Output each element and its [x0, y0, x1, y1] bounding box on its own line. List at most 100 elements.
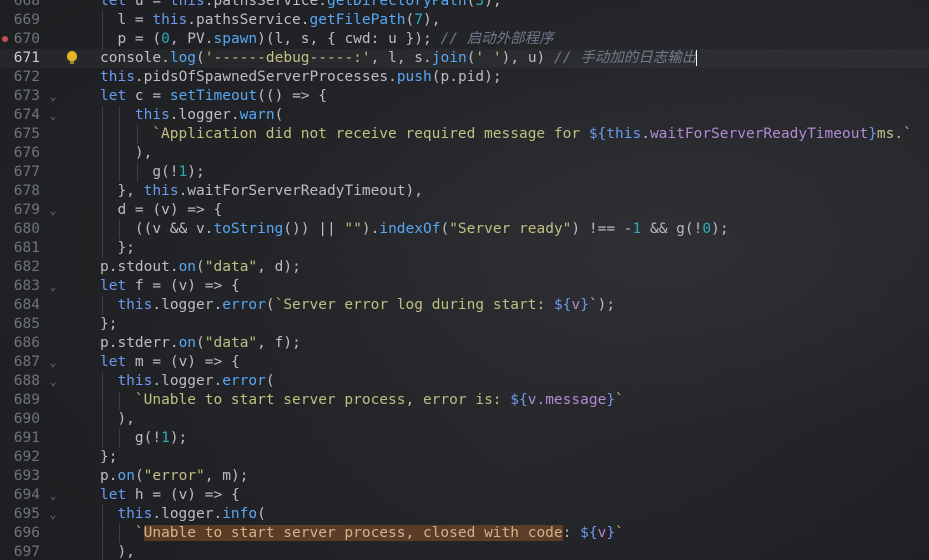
code-token: .pathsService. — [187, 12, 310, 28]
code-token: : — [562, 525, 581, 541]
fold-chevron-icon[interactable]: ⌄ — [47, 353, 59, 372]
code-text[interactable]: this.logger.info( — [117, 505, 265, 524]
code-text[interactable]: p.stderr.on("data", f); — [100, 334, 301, 353]
code-text[interactable]: this.logger.error(`Server error log duri… — [117, 296, 615, 315]
fold-chevron-icon[interactable]: ⌄ — [47, 277, 59, 296]
code-line[interactable]: 674 ⌄ this.logger.warn( — [0, 106, 929, 125]
code-line[interactable]: 676), — [0, 144, 929, 163]
code-token: , d); — [257, 259, 301, 275]
code-line[interactable]: 669 l = this.pathsService.getFilePath(7), — [0, 11, 929, 30]
code-text[interactable]: p = (0, PV.spawn)(l, s, { cwd: u }); // … — [117, 30, 553, 49]
code-text[interactable]: console.log('------debug-----:', l, s.jo… — [100, 49, 698, 68]
code-editor[interactable]: 668 let u = this.pathsService.getDirector… — [0, 0, 929, 560]
code-line[interactable]: 684 this.logger.error(`Server error log d… — [0, 296, 929, 315]
code-token: console. — [100, 50, 170, 66]
indent-guide — [102, 372, 103, 391]
code-text[interactable]: this.logger.warn( — [135, 106, 283, 125]
code-line[interactable]: 680 ((v && v.toString()) || "").indexOf("… — [0, 220, 929, 239]
code-text[interactable]: let h = (v) => { — [100, 486, 240, 505]
code-text[interactable]: p.stdout.on("data", d); — [100, 258, 301, 277]
code-text[interactable]: `Unable to start server process, closed … — [135, 524, 624, 543]
code-line[interactable]: 693 p.on("error", m); — [0, 467, 929, 486]
code-token: ) !== - — [571, 221, 633, 237]
code-text[interactable]: }; — [100, 315, 117, 334]
code-text[interactable]: p.on("error", m); — [100, 467, 248, 486]
code-line[interactable]: 691 g(!1); — [0, 429, 929, 448]
code-text[interactable]: g(!1); — [152, 163, 204, 182]
fold-chevron-icon[interactable]: ⌄ — [47, 486, 59, 505]
code-text[interactable]: this.logger.error( — [117, 372, 274, 391]
code-token: warn — [239, 107, 275, 123]
code-text[interactable]: `Application did not receive required me… — [152, 125, 912, 144]
line-number: 673 — [13, 88, 40, 104]
code-line[interactable]: 673 ⌄ let c = setTimeout(() => { — [0, 87, 929, 106]
code-line[interactable]: 690), — [0, 410, 929, 429]
indent-guide — [102, 410, 103, 429]
code-text[interactable]: ), — [117, 410, 134, 429]
code-line[interactable]: 678}, this.waitForServerReadyTimeout), — [0, 182, 929, 201]
code-token: spawn — [213, 31, 258, 47]
lightbulb-icon[interactable] — [67, 51, 77, 64]
code-text[interactable]: l = this.pathsService.getFilePath(7), — [117, 11, 440, 30]
breakpoint-dot-icon[interactable] — [2, 36, 8, 42]
code-line[interactable]: 695 ⌄ this.logger.info( — [0, 505, 929, 524]
code-text[interactable]: ), — [135, 144, 152, 163]
code-line[interactable]: 681}; — [0, 239, 929, 258]
code-token: ), u) — [501, 50, 555, 66]
code-line[interactable]: 692}; — [0, 448, 929, 467]
code-token: ); — [597, 297, 616, 313]
code-line[interactable]: 685}; — [0, 315, 929, 334]
code-token: ${ — [588, 126, 607, 142]
code-line[interactable]: 697), — [0, 543, 929, 560]
indent-guide — [102, 201, 103, 220]
code-token: waitForServerReadyTimeout — [649, 126, 869, 142]
code-text[interactable]: let c = setTimeout(() => { — [100, 87, 327, 106]
code-line[interactable]: 671 console.log('------debug-----:', l, s… — [0, 49, 929, 68]
code-text[interactable]: }; — [100, 448, 117, 467]
fold-chevron-icon[interactable]: ⌄ — [47, 201, 59, 220]
line-number: 686 — [13, 335, 40, 351]
code-token: ` — [615, 525, 624, 541]
code-line[interactable]: 687 ⌄ let m = (v) => { — [0, 353, 929, 372]
line-number: 690 — [13, 411, 40, 427]
code-line[interactable]: 670 p = (0, PV.spawn)(l, s, { cwd: u }); … — [0, 30, 929, 49]
code-line[interactable]: 675 `Application did not receive required… — [0, 125, 929, 144]
fold-chevron-icon[interactable]: ⌄ — [47, 372, 59, 391]
code-line[interactable]: 677 g(!1); — [0, 163, 929, 182]
fold-chevron-icon[interactable]: ⌄ — [47, 505, 59, 524]
code-token: 1 — [178, 164, 188, 180]
code-text[interactable]: d = (v) => { — [117, 201, 222, 220]
code-text[interactable]: let m = (v) => { — [100, 353, 240, 372]
code-line[interactable]: 672 this.pidsOfSpawnedServerProcesses.pus… — [0, 68, 929, 87]
code-token: v — [597, 525, 607, 541]
code-text[interactable]: g(!1); — [135, 429, 187, 448]
code-text[interactable]: ), — [117, 543, 134, 560]
code-line[interactable]: 683 ⌄ let f = (v) => { — [0, 277, 929, 296]
code-token: .logger. — [152, 297, 223, 313]
code-line[interactable]: 688 ⌄ this.logger.error( — [0, 372, 929, 391]
code-text[interactable]: }, this.waitForServerReadyTimeout), — [117, 182, 423, 201]
fold-chevron-icon[interactable]: ⌄ — [47, 87, 59, 106]
code-token: getFilePath — [309, 12, 406, 28]
code-line[interactable]: 686 p.stderr.on("data", f); — [0, 334, 929, 353]
code-line[interactable]: 694 ⌄ let h = (v) => { — [0, 486, 929, 505]
indent-guide — [102, 239, 103, 258]
code-token: ), — [117, 544, 135, 560]
code-line[interactable]: 679 ⌄ d = (v) => { — [0, 201, 929, 220]
code-text[interactable]: ((v && v.toString()) || "").indexOf("Ser… — [135, 220, 729, 239]
code-text[interactable]: }; — [117, 239, 134, 258]
code-line[interactable]: 668 let u = this.pathsService.getDirector… — [0, 0, 929, 11]
indent-guide — [136, 125, 138, 144]
code-line[interactable]: 696 `Unable to start server process, clos… — [0, 524, 929, 543]
line-number: 679 — [13, 202, 40, 218]
code-text[interactable]: let f = (v) => { — [100, 277, 240, 296]
code-line[interactable]: 682 p.stdout.on("data", d); — [0, 258, 929, 277]
fold-chevron-icon[interactable]: ⌄ — [47, 106, 59, 125]
code-text[interactable]: this.pidsOfSpawnedServerProcesses.push(p… — [100, 68, 502, 87]
line-number: 675 — [13, 126, 40, 142]
indent-guide — [136, 163, 138, 182]
code-text[interactable]: let u = this.pathsService.getDirectoryPa… — [100, 0, 502, 11]
code-token: `Server error log during start: — [274, 297, 554, 313]
code-text[interactable]: `Unable to start server process, error i… — [135, 391, 624, 410]
code-line[interactable]: 689 `Unable to start server process, erro… — [0, 391, 929, 410]
